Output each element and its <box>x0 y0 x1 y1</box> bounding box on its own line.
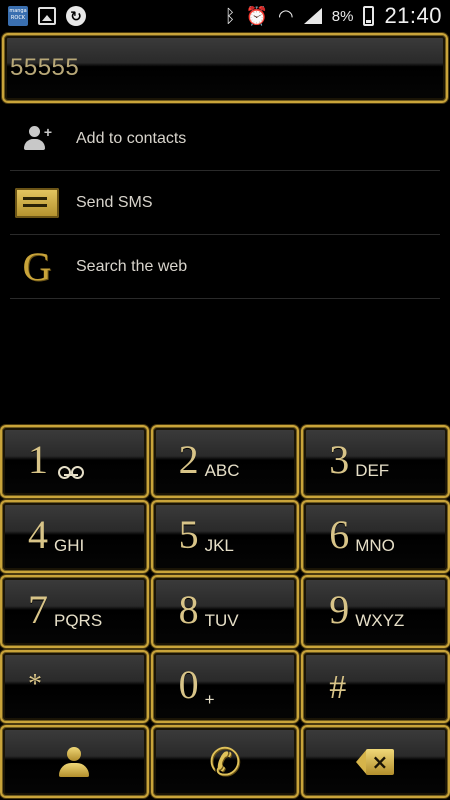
battery-percent: 8% <box>331 7 354 25</box>
alarm-icon: ⏰ <box>245 5 269 27</box>
status-bar: manga ROCK ↻ ᛒ ⏰ ◠ 8% 21:40 <box>0 0 450 32</box>
key-letters: WXYZ <box>355 611 405 630</box>
key-letters: GHI <box>54 536 85 555</box>
key-digit: # <box>329 669 347 706</box>
key-digit: 1 <box>28 437 48 482</box>
status-left: manga ROCK ↻ <box>8 6 86 26</box>
send-sms-item[interactable]: Send SMS <box>10 171 440 235</box>
voicemail-icon <box>58 466 84 479</box>
key-9[interactable]: 9 WXYZ <box>301 575 450 648</box>
key-letters: MNO <box>355 536 395 555</box>
add-contact-icon: + <box>10 119 64 159</box>
sync-icon: ↻ <box>66 6 86 26</box>
suggestion-label: Add to contacts <box>76 129 187 147</box>
keypad-row: 7 PQRS 8 TUV 9 WXYZ <box>0 575 450 648</box>
keypad: 1 2 ABC 3 DEF 4 GHI 5 JKL 6 MNO 7 PQRS 8… <box>0 425 450 800</box>
keypad-action-row: ✆ × <box>0 725 450 798</box>
key-6[interactable]: 6 MNO <box>301 500 450 573</box>
dialed-number: 55555 <box>10 54 80 81</box>
key-0[interactable]: 0 + <box>150 650 300 723</box>
key-letters: TUV <box>204 611 239 630</box>
key-digit: 5 <box>178 512 199 557</box>
backspace-icon: × <box>356 748 395 775</box>
suggestion-label: Search the web <box>76 257 188 275</box>
keypad-row: 1 2 ABC 3 DEF <box>0 425 450 498</box>
gallery-icon <box>38 7 56 25</box>
key-digit: 8 <box>178 587 199 632</box>
key-digit: 4 <box>28 512 48 557</box>
key-4[interactable]: 4 GHI <box>0 500 149 573</box>
key-digit: 7 <box>28 587 48 632</box>
keypad-row: 4 GHI 5 JKL 6 MNO <box>0 500 450 573</box>
keypad-row: * 0 + # <box>0 650 450 723</box>
key-letters: JKL <box>204 536 234 555</box>
google-icon: G <box>22 244 52 289</box>
key-8[interactable]: 8 TUV <box>150 575 300 648</box>
key-1[interactable]: 1 <box>0 425 149 498</box>
signal-icon <box>303 8 322 24</box>
search-web-item[interactable]: G Search the web <box>10 235 440 299</box>
key-digit: 2 <box>178 437 199 482</box>
key-letters: ABC <box>204 461 240 480</box>
clock: 21:40 <box>384 3 442 28</box>
add-to-contacts-item[interactable]: + Add to contacts <box>10 107 440 171</box>
bluetooth-icon: ᛒ <box>224 5 236 27</box>
key-digit: * <box>28 669 42 700</box>
sms-icon <box>10 183 64 223</box>
key-3[interactable]: 3 DEF <box>301 425 450 498</box>
key-5[interactable]: 5 JKL <box>150 500 300 573</box>
key-digit: 9 <box>329 587 350 632</box>
key-digit: 6 <box>329 512 350 557</box>
key-letters: PQRS <box>54 611 103 630</box>
mangarock-icon: manga ROCK <box>8 6 28 26</box>
suggestion-label: Send SMS <box>76 193 153 211</box>
key-letters: DEF <box>355 461 390 480</box>
key-7[interactable]: 7 PQRS <box>0 575 149 648</box>
call-icon: ✆ <box>208 739 241 784</box>
key-digit: 3 <box>329 437 350 482</box>
contacts-button[interactable] <box>0 725 149 798</box>
contacts-icon <box>57 745 91 779</box>
key-2[interactable]: 2 ABC <box>150 425 300 498</box>
key-hash[interactable]: # <box>301 650 450 723</box>
suggestion-list: + Add to contacts Send SMS G Search the … <box>10 107 440 299</box>
number-display[interactable]: 55555 <box>2 33 448 103</box>
key-letters: + <box>204 690 215 709</box>
status-right: ᛒ ⏰ ◠ 8% 21:40 <box>225 3 442 29</box>
wifi-icon: ◠ <box>278 5 294 27</box>
key-digit: 0 <box>178 662 199 707</box>
backspace-button[interactable]: × <box>301 725 450 798</box>
key-star[interactable]: * <box>0 650 149 723</box>
battery-icon <box>363 6 375 26</box>
call-button[interactable]: ✆ <box>150 725 300 798</box>
